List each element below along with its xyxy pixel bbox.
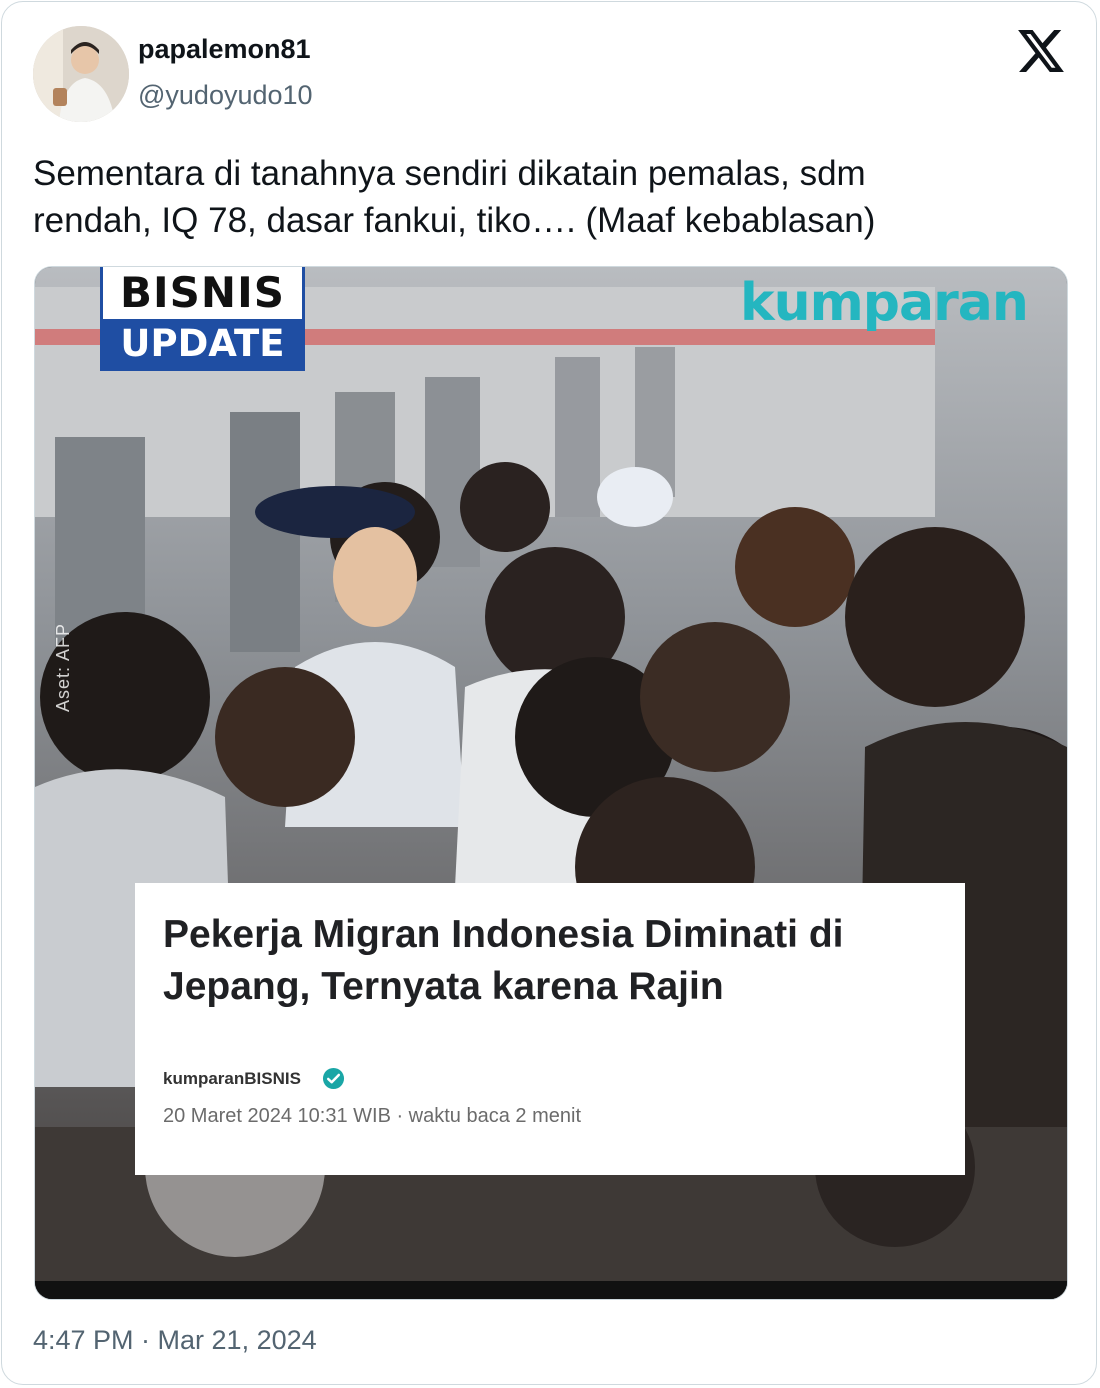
tweet-media-image[interactable]: BISNIS UPDATE kumparan Aset: AFP Pekerja…	[34, 266, 1068, 1300]
bisnis-update-badge: BISNIS UPDATE	[100, 267, 305, 371]
avatar[interactable]	[33, 26, 129, 122]
display-name[interactable]: papalemon81	[138, 34, 311, 65]
badge-bottom-label: UPDATE	[103, 319, 302, 371]
article-meta: 20 Maret 2024 10:31 WIB · waktu baca 2 m…	[163, 1105, 581, 1127]
tweet-text: Sementara di tanahnya sendiri dikatain p…	[33, 154, 876, 240]
article-author: kumparanBISNIS	[163, 1069, 301, 1088]
image-bottom-bar	[35, 1281, 1067, 1299]
image-credit: Aset: AFP	[53, 622, 73, 712]
verified-icon	[322, 1067, 345, 1090]
x-logo-icon[interactable]	[1018, 30, 1064, 72]
headline: Pekerja Migran Indonesia Diminati di Jep…	[163, 913, 844, 1008]
user-handle[interactable]: @yudoyudo10	[138, 80, 313, 111]
badge-top-label: BISNIS	[120, 268, 285, 317]
headline-card: Pekerja Migran Indonesia Diminati di Jep…	[135, 883, 965, 1175]
tweet-timestamp[interactable]: 4:47 PM · Mar 21, 2024	[33, 1325, 317, 1356]
brand-logo: kumparan	[740, 273, 1029, 333]
